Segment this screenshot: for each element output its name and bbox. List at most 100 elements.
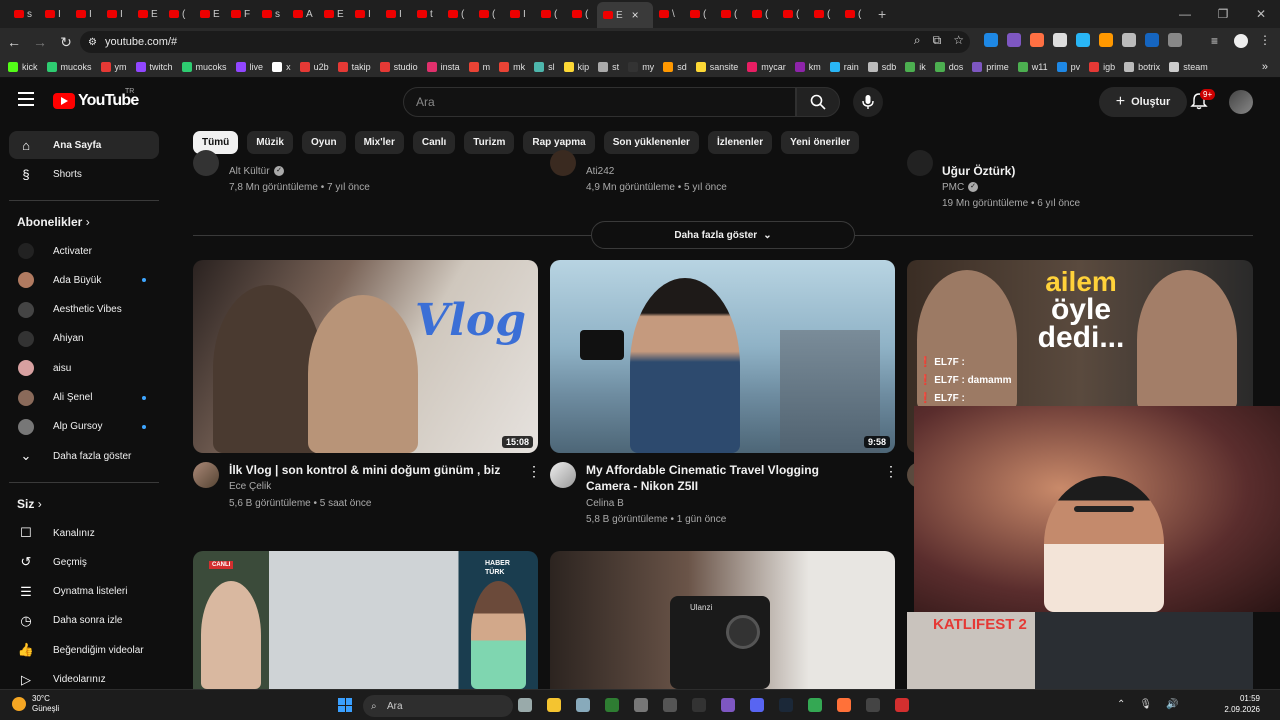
browser-tab[interactable]: E: [132, 3, 163, 25]
video-thumbnail[interactable]: Ulanzi: [550, 551, 895, 689]
zoom-icon[interactable]: ⌕: [914, 33, 921, 48]
bookmark-item[interactable]: pv: [1056, 61, 1080, 72]
app-icon[interactable]: [518, 698, 532, 712]
browser-tab[interactable]: E ×: [597, 2, 653, 28]
browser-menu-icon[interactable]: ⋮: [1259, 33, 1271, 47]
minimize-icon[interactable]: —: [1166, 7, 1204, 21]
browser-tab[interactable]: t: [411, 3, 442, 25]
filter-chip[interactable]: Canlı: [412, 131, 456, 154]
bookmark-item[interactable]: dos: [934, 61, 963, 72]
app-icon[interactable]: [692, 698, 706, 712]
filter-chip[interactable]: İzlenenler: [707, 131, 773, 154]
reload-icon[interactable]: ↻: [54, 34, 78, 51]
puzzle-icon[interactable]: [1168, 33, 1182, 47]
sidebar-item-thumbs-up[interactable]: 👍 Beğendiğim videolar: [9, 636, 159, 664]
subscription-item[interactable]: Ahiyan: [9, 325, 159, 353]
chevron-up-icon[interactable]: ⌃: [1117, 699, 1125, 710]
url-field[interactable]: ⚙ youtube.com/#: [80, 31, 970, 53]
browser-tab[interactable]: (: [715, 3, 746, 25]
browser-tab[interactable]: (: [746, 3, 777, 25]
browser-tab[interactable]: (: [777, 3, 808, 25]
channel-name[interactable]: Alt Kültür: [229, 166, 270, 177]
extension-icon[interactable]: [1145, 33, 1159, 47]
channel-name[interactable]: Celina B: [586, 498, 624, 509]
extension-icon[interactable]: [1053, 33, 1067, 47]
firefox-icon[interactable]: [837, 698, 851, 712]
filter-chip[interactable]: Son yüklenenler: [603, 131, 699, 154]
bookmarks-overflow-icon[interactable]: »: [1262, 61, 1268, 73]
channel-avatar[interactable]: [550, 462, 576, 488]
subscriptions-heading[interactable]: Abonelikler ›: [17, 215, 90, 229]
channel-avatar[interactable]: [193, 150, 219, 176]
browser-tab[interactable]: I: [70, 3, 101, 25]
bookmark-item[interactable]: sdb: [867, 61, 896, 72]
install-icon[interactable]: ⧉: [933, 33, 942, 48]
browser-tab[interactable]: (: [808, 3, 839, 25]
browser-tab[interactable]: E: [318, 3, 349, 25]
browser-tab[interactable]: I: [39, 3, 70, 25]
search-button[interactable]: [796, 87, 840, 117]
steam-icon[interactable]: [779, 698, 793, 712]
video-thumbnail[interactable]: CANLI HABER TÜRK: [193, 551, 538, 689]
bookmark-item[interactable]: st: [598, 61, 619, 72]
video-title[interactable]: Uğur Öztürk): [942, 163, 1015, 179]
forward-icon[interactable]: →: [28, 34, 52, 50]
browser-tab[interactable]: s: [8, 3, 39, 25]
filter-chip[interactable]: Müzik: [247, 131, 293, 154]
app-icon[interactable]: [663, 698, 677, 712]
site-info-icon[interactable]: ⚙: [88, 37, 97, 48]
app-icon[interactable]: [576, 698, 590, 712]
close-window-icon[interactable]: ✕: [1242, 7, 1280, 21]
video-title[interactable]: İlk Vlog | son kontrol & mini doğum günü…: [229, 462, 509, 478]
bookmark-item[interactable]: sd: [663, 61, 687, 72]
bookmark-item[interactable]: takip: [337, 61, 371, 72]
browser-tab[interactable]: (: [566, 3, 597, 25]
browser-tab[interactable]: I: [380, 3, 411, 25]
video-thumbnail[interactable]: 9:58: [550, 260, 895, 453]
bookmark-item[interactable]: insta: [426, 61, 460, 72]
bookmark-item[interactable]: sansite: [695, 61, 738, 72]
search-input[interactable]: Ara: [403, 87, 796, 117]
sidebar-item-home[interactable]: ⌂ Ana Sayfa: [9, 131, 159, 159]
subscription-item[interactable]: aisu: [9, 354, 159, 382]
new-tab-button[interactable]: +: [878, 6, 886, 22]
sidebar-item-clock[interactable]: ◷ Daha sonra izle: [9, 607, 159, 635]
volume-icon[interactable]: 🔊: [1166, 699, 1178, 710]
filter-chip[interactable]: Yeni öneriler: [781, 131, 860, 154]
folder-icon[interactable]: [547, 698, 561, 712]
chrome-icon[interactable]: [808, 698, 822, 712]
sidebar-item-history[interactable]: ↺ Geçmiş: [9, 548, 159, 576]
channel-avatar[interactable]: [193, 462, 219, 488]
bookmark-item[interactable]: sl: [534, 61, 555, 72]
bookmark-item[interactable]: igb: [1089, 61, 1115, 72]
back-icon[interactable]: ←: [2, 34, 26, 50]
video-thumbnail[interactable]: Vlog 15:08: [193, 260, 538, 453]
taskbar-search[interactable]: ⌕ Ara: [363, 695, 513, 717]
browser-tab[interactable]: A: [287, 3, 318, 25]
bookmark-item[interactable]: u2b: [299, 61, 329, 72]
filter-chip[interactable]: Turizm: [464, 131, 515, 154]
app-icon[interactable]: [866, 698, 880, 712]
extension-icon[interactable]: [984, 33, 998, 47]
bookmark-item[interactable]: km: [794, 61, 821, 72]
bookmark-item[interactable]: kick: [8, 61, 38, 72]
clock[interactable]: 01:59 2.09.2026: [1224, 693, 1260, 715]
subscription-item[interactable]: Ada Büyük: [9, 266, 159, 294]
channel-avatar[interactable]: [550, 150, 576, 176]
browser-tab[interactable]: E: [194, 3, 225, 25]
close-tab-icon[interactable]: ×: [632, 8, 639, 22]
bookmark-item[interactable]: ym: [100, 61, 127, 72]
bookmark-item[interactable]: studio: [379, 61, 418, 72]
subscription-item[interactable]: Activater: [9, 237, 159, 265]
extension-icon[interactable]: [1076, 33, 1090, 47]
video-title[interactable]: My Affordable Cinematic Travel Vlogging …: [586, 462, 866, 494]
show-more-button[interactable]: Daha fazla göster ⌄: [591, 221, 855, 249]
browser-tab[interactable]: I: [504, 3, 535, 25]
subscription-item[interactable]: Alp Gursoy: [9, 413, 159, 441]
sidebar-item-shorts[interactable]: § Shorts: [9, 160, 159, 188]
extension-icon[interactable]: [1099, 33, 1113, 47]
bookmark-item[interactable]: ik: [905, 61, 926, 72]
bookmark-star-icon[interactable]: ☆: [953, 33, 964, 48]
reading-list-icon[interactable]: ≡: [1211, 34, 1218, 48]
bookmark-item[interactable]: my: [628, 61, 654, 72]
